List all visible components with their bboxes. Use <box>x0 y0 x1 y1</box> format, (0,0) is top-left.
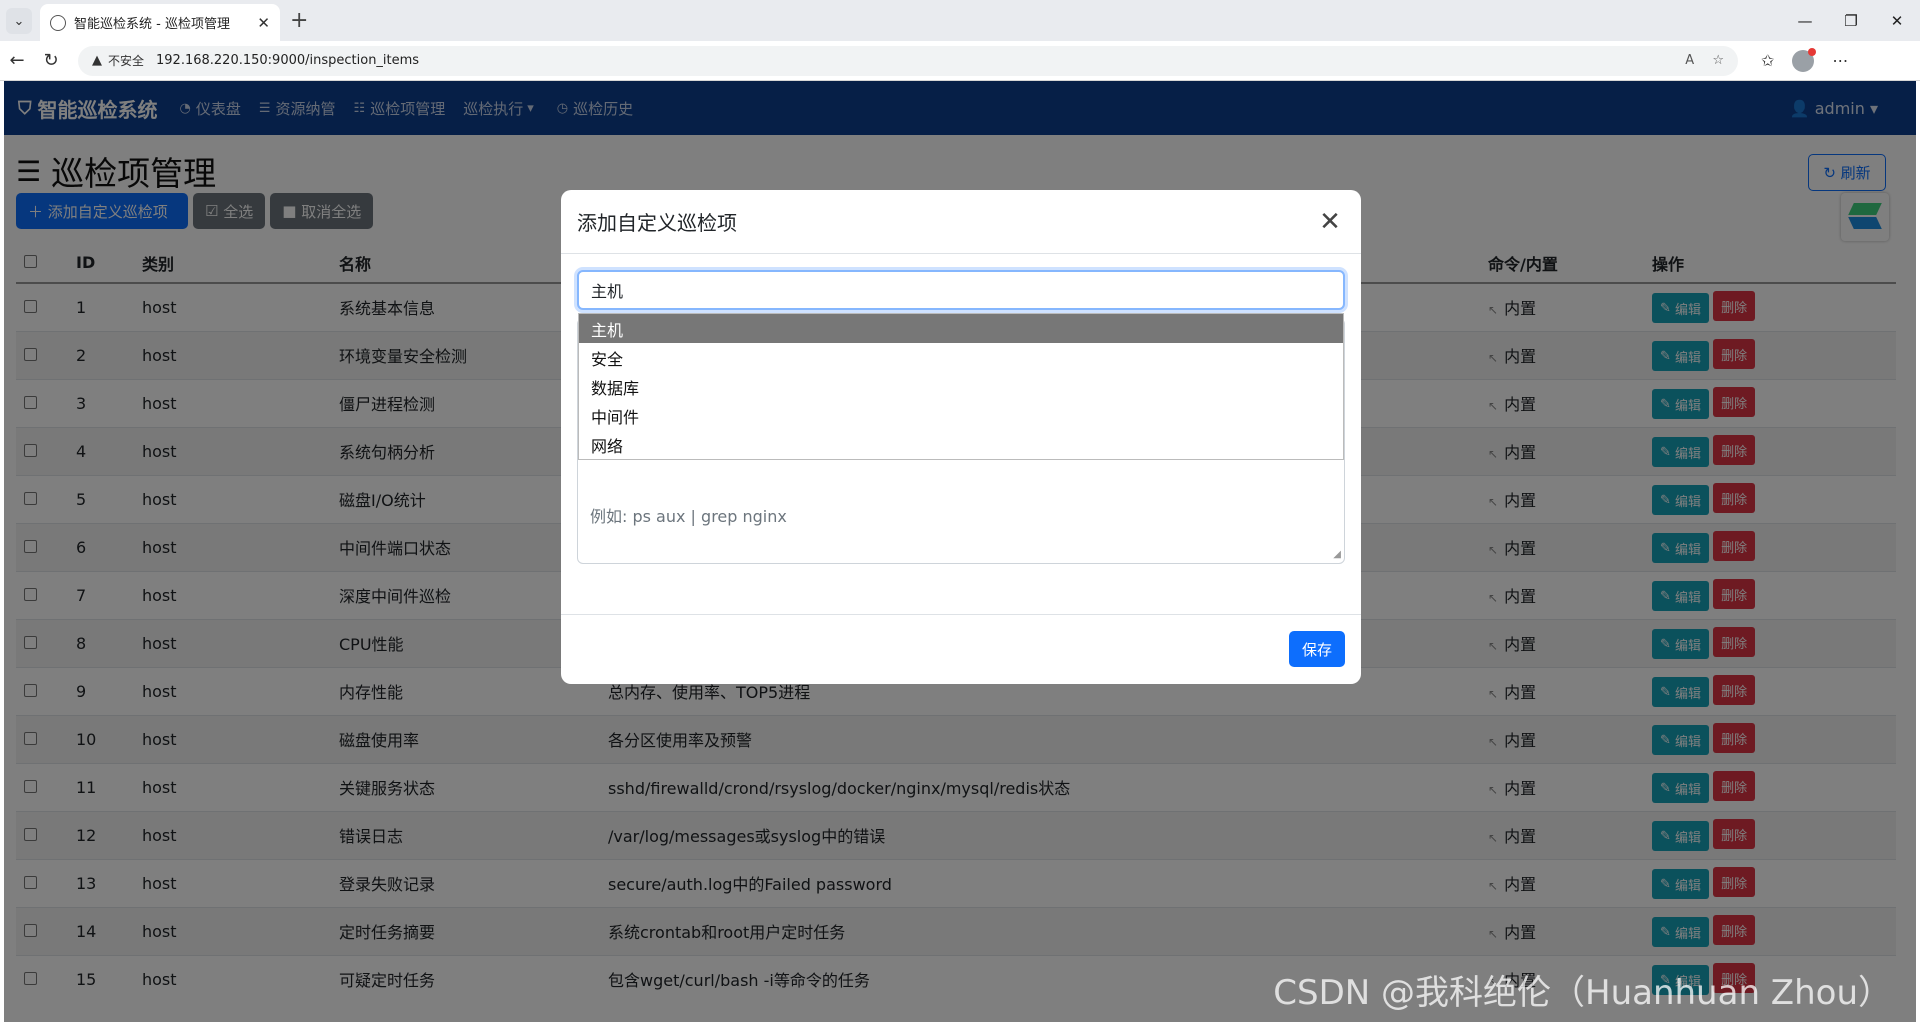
more-menu-icon[interactable]: ⋯ <box>1832 51 1848 70</box>
modal-header: 添加自定义巡检项 ✕ <box>561 190 1361 254</box>
browser-tab[interactable]: 智能巡检系统 - 巡检项管理 ✕ <box>40 4 280 41</box>
minimize-button[interactable]: — <box>1782 0 1828 41</box>
modal-title: 添加自定义巡检项 <box>577 211 737 235</box>
category-dropdown: 主机 安全 数据库 中间件 网络 <box>578 313 1344 460</box>
back-button[interactable]: ← <box>0 50 34 71</box>
browser-tabstrip: ⌄ 智能巡检系统 - 巡检项管理 ✕ + — ❐ ✕ <box>0 0 1920 41</box>
dropdown-option[interactable]: 安全 <box>579 343 1343 372</box>
resize-grip-icon[interactable]: ◢ <box>1333 549 1341 560</box>
favorite-star-icon[interactable]: ☆ <box>1712 53 1724 68</box>
close-icon[interactable]: ✕ <box>1315 207 1345 237</box>
globe-icon <box>50 14 66 31</box>
restore-button[interactable]: ❐ <box>1828 0 1874 41</box>
modal-footer: 保存 <box>561 614 1361 684</box>
add-item-modal: 添加自定义巡检项 ✕ 例如: ps aux | grep nginx ◢ 主机 … <box>561 190 1361 684</box>
dropdown-option[interactable]: 数据库 <box>579 372 1343 401</box>
close-tab-icon[interactable]: ✕ <box>257 14 270 32</box>
tab-list-button[interactable]: ⌄ <box>6 8 32 34</box>
address-bar: ← ↻ ▲ 不安全 192.168.220.150:9000/inspectio… <box>0 41 1920 81</box>
warning-icon: ▲ <box>92 53 102 68</box>
read-aloud-icon[interactable]: A <box>1685 53 1694 68</box>
close-window-button[interactable]: ✕ <box>1874 0 1920 41</box>
favorites-icon[interactable]: ✩ <box>1761 51 1774 70</box>
new-tab-button[interactable]: + <box>290 8 308 33</box>
reload-button[interactable]: ↻ <box>34 50 68 71</box>
profile-avatar[interactable] <box>1792 47 1817 72</box>
insecure-label: 不安全 <box>108 54 145 68</box>
category-select[interactable]: 主机 <box>577 270 1345 310</box>
dropdown-option[interactable]: 中间件 <box>579 401 1343 430</box>
dropdown-option[interactable]: 主机 <box>579 314 1343 343</box>
url-field[interactable]: ▲ 不安全 192.168.220.150:9000/inspection_it… <box>78 45 1738 76</box>
modal-body: 例如: ps aux | grep nginx ◢ 主机 主机 安全 数据库 中… <box>561 254 1361 614</box>
command-placeholder: 例如: ps aux | grep nginx <box>590 507 787 526</box>
watermark: CSDN @我科绝伦（Huanhuan Zhou） <box>1273 973 1892 1013</box>
save-button[interactable]: 保存 <box>1289 631 1345 667</box>
browser-toolbar: ✩ ⋯ <box>1752 47 1857 72</box>
url-text: 192.168.220.150:9000/inspection_items <box>156 53 420 68</box>
window-controls: — ❐ ✕ <box>1782 0 1920 41</box>
tab-title: 智能巡检系统 - 巡检项管理 <box>74 17 230 32</box>
dropdown-option[interactable]: 网络 <box>579 430 1343 459</box>
app-page: ⛉ 智能巡检系统 ◔仪表盘 ☰资源纳管 ☷巡检项管理 巡检执行▾ ◷巡检历史 👤… <box>4 81 1916 1022</box>
